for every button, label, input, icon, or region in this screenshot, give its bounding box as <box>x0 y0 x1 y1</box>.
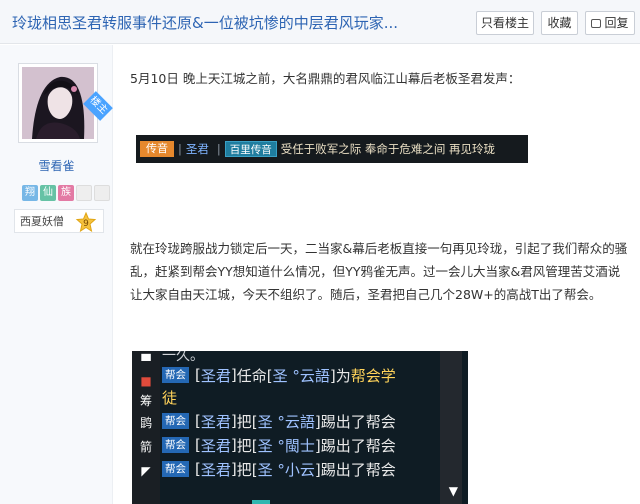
author-panel: 楼主 雪看雀 翔 仙 族 西夏妖僧 9 <box>0 45 113 504</box>
separator: | <box>178 142 182 156</box>
reply-label: 回复 <box>604 16 629 30</box>
scroll-down-icon[interactable]: ▼ <box>449 484 458 498</box>
rank-title: 西夏妖僧 <box>20 215 64 228</box>
guild-chip: 帮会 <box>162 437 189 453</box>
channel-chip: 传音 <box>140 141 174 157</box>
chat-row: 帮会 [ 圣君 ] 把[ 圣 °閩士 ]踢出了帮会 <box>162 433 396 457</box>
actor-name: 圣君 <box>200 412 231 431</box>
post-paragraph-1: 5月10日 晚上天江城之前，大名鼎鼎的君风临江山幕后老板圣君发声： <box>130 71 521 86</box>
action-text: 把[ <box>236 436 258 455</box>
username[interactable]: 雪看雀 <box>0 157 113 174</box>
end-text: ]踢出了帮会 <box>314 412 396 431</box>
reply-button[interactable]: 回复 <box>585 11 635 35</box>
ui-strip <box>252 500 270 504</box>
role-text: 帮会学 <box>350 366 396 385</box>
actor-name: 圣君 <box>200 366 231 385</box>
game-scrollbar[interactable] <box>440 351 462 504</box>
badge-row: 翔 仙 族 <box>22 185 110 201</box>
game-screenshot-1: 传音 | 圣君 | 百里传音 受任于败军之际 奉命于危难之间 再见玲珑 <box>136 135 528 163</box>
target-name: 圣 °云語 <box>272 366 330 385</box>
level-number: 9 <box>83 219 89 229</box>
glyph-icon: 筹 <box>139 394 152 408</box>
chat-rows: 帮会 [ 圣君 ] 任命[ 圣 °云語 ]为 帮会学 徒 帮会 [ 圣君 ] 把… <box>162 351 468 504</box>
game-sidebar: ▀ ■ 筹 鹍 箭 ◤ <box>132 351 160 504</box>
thread-header: 玲珑相思圣君转服事件还原&一位被坑惨的中层君风玩家... 只看楼主 收藏 回复 <box>0 0 640 44</box>
end-text: ]为 <box>329 366 351 385</box>
end-text: ]踢出了帮会 <box>314 460 396 479</box>
only-op-button[interactable]: 只看楼主 <box>476 11 534 35</box>
badge-1[interactable]: 翔 <box>22 185 38 201</box>
action-text: 任命[ <box>236 366 273 385</box>
actor-name: 圣君 <box>200 460 231 479</box>
speaker-name: 圣君 <box>185 142 209 156</box>
level-star-icon: 9 <box>75 212 97 232</box>
chat-row: 帮会 [ 圣君 ] 把[ 圣 °云語 ]踢出了帮会 <box>162 409 396 433</box>
resize-icon: ◤ <box>141 464 151 478</box>
post-paragraph-2: 就在玲珑跨服战力锁定后一天，二当家&幕后老板直接一句再见玲珑，引起了我们帮众的骚… <box>130 241 628 302</box>
glyph-icon: 鹍 <box>139 416 152 430</box>
chat-row: 帮会 [ 圣君 ] 任命[ 圣 °云語 ]为 帮会学 <box>162 363 396 387</box>
separator: | <box>216 142 221 156</box>
guild-chip: 帮会 <box>162 367 189 383</box>
end-text: ]踢出了帮会 <box>314 436 396 455</box>
badge-3[interactable]: 族 <box>58 185 74 201</box>
badge-empty <box>76 185 92 201</box>
action-text: 把[ <box>236 412 258 431</box>
menu-icon: ▀ <box>141 354 151 368</box>
chat-row: 帮会 [ 圣君 ] 把[ 圣 °小云 ]踢出了帮会 <box>162 457 396 481</box>
glyph-icon: 箭 <box>139 440 152 454</box>
badge-2[interactable]: 仙 <box>40 185 56 201</box>
game-screenshot-2: ▀ ■ 筹 鹍 箭 ◤ 一久。 帮会 [ 圣君 ] 任命[ 圣 °云語 ]为 帮… <box>132 351 468 504</box>
chat-row-continued: 徒 <box>162 385 177 409</box>
target-name: 圣 °閩士 <box>257 436 315 455</box>
guild-chip: 帮会 <box>162 461 189 477</box>
action-text: 把[ <box>236 460 258 479</box>
actor-name: 圣君 <box>200 436 231 455</box>
target-name: 圣 °小云 <box>257 460 315 479</box>
favorite-button[interactable]: 收藏 <box>541 11 578 35</box>
target-name: 圣 °云語 <box>257 412 315 431</box>
badge-empty <box>94 185 110 201</box>
broadcast-message: 受任于败军之际 奉命于危难之间 再见玲珑 <box>280 142 496 156</box>
thread-title[interactable]: 玲珑相思圣君转服事件还原&一位被坑惨的中层君风玩家... <box>12 12 398 33</box>
guild-chip: 帮会 <box>162 413 189 429</box>
reply-icon <box>591 19 602 28</box>
rank-box[interactable]: 西夏妖僧 9 <box>14 209 104 233</box>
flag-icon: ■ <box>140 374 152 388</box>
broadcast-chip: 百里传音 <box>224 141 277 157</box>
role-text: 徒 <box>162 388 178 407</box>
